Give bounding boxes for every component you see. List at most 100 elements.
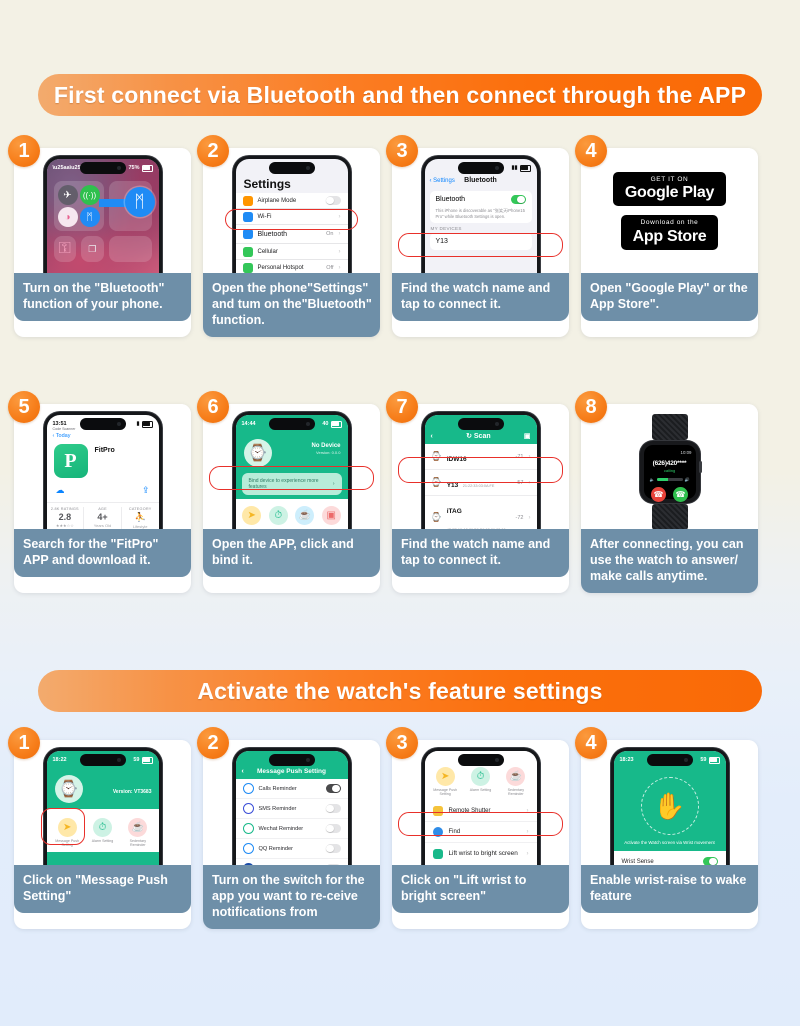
wifi-icon	[242, 211, 253, 222]
tool-sedentary[interactable]: ☕	[292, 506, 319, 527]
airplane-toggle[interactable]	[325, 196, 341, 205]
chevron-right-icon: ›	[528, 514, 531, 521]
stat-age: AGE 4+ Years Old	[84, 507, 122, 529]
share-icon[interactable]: ⇪	[142, 485, 150, 496]
tool-sedentary[interactable]: ☕ Sedentary Reminder	[122, 818, 154, 848]
bind-row[interactable]: Bind device to experience more features …	[236, 473, 348, 495]
volume-slider[interactable]	[656, 478, 683, 481]
clock-label: 18:23	[619, 757, 634, 763]
app-header: P FitPro	[47, 442, 159, 478]
section-banner-connect: First connect via Bluetooth and then con…	[38, 74, 762, 116]
bluetooth-icon	[242, 229, 253, 239]
tool-grid: ➤ ⏱ ☕ ▣	[235, 499, 348, 529]
airplane-mode-icon	[242, 195, 253, 206]
bluetooth-toggle[interactable]	[510, 195, 526, 204]
dynamic-island	[79, 418, 126, 430]
phone-frame: 18:22 59 ⌚ Version: VT3683 ➤ Message Pus…	[43, 748, 162, 865]
step-card-7: 7 ‹ ↻ Scan ▣ ⌚ IDW16 -71 › ⌚ Y13 21:22:3…	[386, 391, 569, 593]
step-card-3: 3 ▮▮ ‹ Settings Bluetooth Bluetooth This…	[386, 135, 569, 337]
tool-message-push[interactable]: ➤ Message Push Setting	[51, 818, 83, 848]
settings-row-bluetooth[interactable]: Bluetooth On ›	[235, 225, 348, 244]
wifi-icon[interactable]: ◑	[57, 207, 78, 227]
bind-device-button[interactable]: Bind device to experience more features …	[241, 473, 342, 495]
status-right: ▮	[136, 420, 153, 428]
row-value: On	[326, 231, 334, 237]
qq-toggle[interactable]	[325, 844, 341, 853]
connectivity-tile[interactable]: ✈ ((·)) ◑ ᛗ	[53, 181, 104, 231]
reminder-row-sms[interactable]: SMS Reminder	[235, 799, 348, 819]
device-info: Y13 21:22:33:03:0A:FE	[447, 474, 511, 492]
remote-shutter-icon: ▣	[321, 506, 341, 525]
menu-row-lift-wrist[interactable]: Lift wrist to bright screen ›	[424, 842, 537, 865]
tool-remote-shutter[interactable]: ▣	[318, 506, 345, 527]
scan-row[interactable]: ⌚ IDW16 -71 ›	[424, 444, 537, 470]
reminder-row-qq[interactable]: QQ Reminder	[235, 839, 348, 859]
scan-row[interactable]: ⌚ Y13 21:22:33:03:0A:FE -57 ›	[424, 470, 537, 496]
decline-call-button[interactable]: ☎	[651, 487, 666, 502]
device-row-y13[interactable]: Y13	[429, 233, 532, 251]
phone-screen: 13:51 ▮ Code Scanner ‹ Today P FitPro ☁ …	[46, 415, 159, 529]
wrist-sense-toggle-row[interactable]: Wrist Sense	[613, 851, 726, 865]
tool-sedentary[interactable]: ☕ Sedentary Reminder	[500, 767, 532, 797]
settings-list: Airplane Mode Wi-Fi › Bluetooth On › Cel…	[235, 193, 348, 273]
app-store-badge[interactable]: Download on the App Store	[620, 215, 719, 250]
settings-row-cellular[interactable]: Cellular ›	[235, 244, 348, 260]
scan-row[interactable]: ⌚ iTAG 4F:FF:10:A5:86:B0:B9:02:01:03:00 …	[425, 496, 537, 530]
screen-mirroring-icon[interactable]: ❐	[81, 236, 104, 262]
brightness-tile[interactable]	[108, 236, 152, 262]
facebook-toggle[interactable]	[325, 864, 341, 865]
menu-row-find[interactable]: Find ›	[424, 821, 537, 843]
watch-screen: 10:09 (626)420**** calling 🔈 🔊 ☎ ☎	[643, 445, 696, 502]
row-label: Airplane Mode	[257, 197, 297, 204]
device-list: ⌚ IDW16 -71 › ⌚ Y13 21:22:33:03:0A:FE -5…	[424, 444, 537, 530]
tool-alarm[interactable]: ⏱ Alarm Setting	[86, 818, 118, 848]
reminder-row-calls[interactable]: Calls Reminder	[235, 779, 348, 799]
qr-scan-icon[interactable]: ▣	[524, 432, 531, 440]
step-card-6: 6 14:44 40 ⌚ No Device Version: 0.0.0 Bi…	[197, 391, 380, 593]
phone-screenshot: Settings Airplane Mode Wi-Fi › Bluetooth…	[203, 148, 380, 273]
tool-label: Sedentary Reminder	[507, 788, 524, 797]
reminder-row-wechat[interactable]: Wechat Reminder	[235, 819, 348, 839]
tool-message-push[interactable]: ➤	[239, 506, 266, 527]
call-buttons: ☎ ☎	[644, 487, 696, 502]
tool-message-push[interactable]: ➤ Message Push Setting	[429, 767, 461, 797]
phone-screen: ‹ Message Push Setting Calls Reminder SM…	[235, 751, 348, 865]
wechat-toggle[interactable]	[325, 824, 341, 833]
sedentary-icon: ☕	[295, 506, 315, 525]
step-caption: Open the phone"Settings" and tum on the"…	[203, 273, 380, 337]
google-play-badge[interactable]: GET IT ON Google Play	[612, 171, 727, 206]
settings-row-airplane[interactable]: Airplane Mode	[235, 193, 348, 209]
menu-row-remote-shutter[interactable]: Remote Shutter ›	[424, 800, 537, 822]
watch-band-top	[651, 414, 688, 440]
device-rssi: -71	[515, 453, 524, 460]
chevron-right-icon: ›	[338, 264, 341, 271]
volume-control[interactable]: 🔈 🔊	[644, 477, 696, 482]
airdrop-icon[interactable]: ((·))	[79, 185, 100, 205]
battery-percent-label: 75%	[128, 165, 140, 171]
tool-alarm[interactable]: ⏱	[265, 506, 292, 527]
tool-alarm[interactable]: ⏱ Alarm Setting	[464, 767, 496, 797]
phone-frame: 14:44 40 ⌚ No Device Version: 0.0.0 Bind…	[232, 412, 351, 529]
signal-icon: ▮	[136, 421, 140, 427]
settings-row-wifi[interactable]: Wi-Fi ›	[235, 209, 348, 225]
stat-value: 2.8	[58, 512, 72, 522]
back-button[interactable]: ‹	[242, 768, 244, 775]
settings-row-hotspot[interactable]: Personal Hotspot Off ›	[236, 260, 348, 273]
back-button[interactable]: ‹	[431, 433, 433, 440]
reminder-row-facebook[interactable]: Facebook	[236, 859, 348, 865]
back-today-button[interactable]: ‹ Today	[47, 431, 159, 442]
sms-toggle[interactable]	[325, 804, 341, 813]
chevron-right-icon: ›	[526, 828, 529, 835]
airplane-mode-icon[interactable]: ✈	[57, 185, 78, 205]
wrist-sense-toggle[interactable]	[702, 857, 718, 865]
feature-card-1: 1 18:22 59 ⌚ Version: VT3683 ➤ Message P…	[8, 727, 191, 929]
rotation-lock-icon[interactable]: ⚿	[53, 236, 76, 262]
accept-call-button[interactable]: ☎	[673, 487, 688, 502]
back-button[interactable]: ‹ Settings	[430, 178, 455, 184]
download-icon[interactable]: ☁	[56, 485, 65, 496]
bluetooth-toggle-row[interactable]: Bluetooth	[430, 191, 532, 208]
bluetooth-icon[interactable]: ᛗ	[79, 207, 100, 227]
row-label: Remote Shutter	[448, 807, 491, 814]
calls-toggle[interactable]	[325, 784, 341, 793]
version-label: Version: 0.0.0	[316, 450, 341, 455]
